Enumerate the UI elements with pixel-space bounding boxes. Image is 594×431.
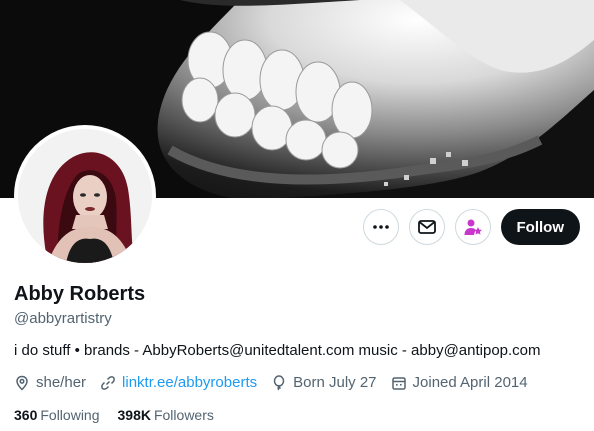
message-button[interactable] xyxy=(408,209,445,245)
profile-avatar[interactable] xyxy=(14,125,156,267)
pronouns-text: she/her xyxy=(36,374,87,391)
profile-link[interactable]: linktr.ee/abbyroberts xyxy=(122,374,257,391)
calendar-icon xyxy=(391,376,406,390)
meta-birthday: Born July 27 xyxy=(271,374,377,391)
following-label: Following xyxy=(40,407,100,423)
followers-label: Followers xyxy=(153,407,214,423)
more-button[interactable] xyxy=(362,209,399,245)
following-count: 360 xyxy=(14,407,38,423)
profile-stats: 360 Following 398K Followers xyxy=(14,407,232,423)
profile-actions: Follow xyxy=(362,209,580,245)
profile-bio: i do stuff • brands - AbbyRoberts@united… xyxy=(14,342,541,359)
birthday-text: Born July 27 xyxy=(293,374,377,391)
link-icon xyxy=(101,375,115,390)
profile-meta: she/her linktr.ee/abbyroberts Born July … xyxy=(14,374,542,391)
joined-text: Joined April 2014 xyxy=(412,374,528,391)
following-stat[interactable]: 360 Following xyxy=(14,407,100,423)
balloon-icon xyxy=(273,374,285,390)
subscribe-button[interactable] xyxy=(454,209,491,245)
meta-joined: Joined April 2014 xyxy=(391,374,528,391)
follow-button[interactable]: Follow xyxy=(500,209,580,245)
meta-pronouns: she/her xyxy=(14,374,86,391)
followers-stat[interactable]: 398K Followers xyxy=(118,407,214,423)
followers-count: 398K xyxy=(117,407,151,423)
more-horizontal-icon xyxy=(372,225,389,229)
profile-name: Abby Roberts xyxy=(14,283,146,305)
location-pin-icon xyxy=(16,375,28,391)
envelope-icon xyxy=(417,220,436,234)
meta-link: linktr.ee/abbyroberts xyxy=(100,374,257,391)
profile-handle: @abbyrartistry xyxy=(14,310,112,327)
person-star-icon xyxy=(464,219,482,235)
avatar-photo xyxy=(18,129,152,263)
